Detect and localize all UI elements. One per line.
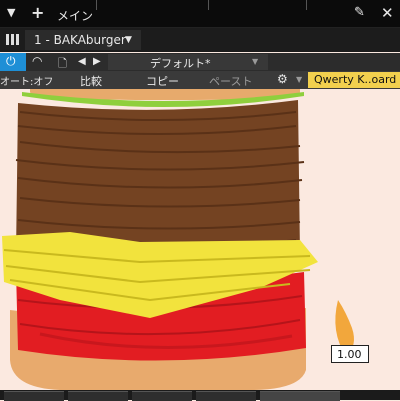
paste-button[interactable]: ペースト <box>209 73 252 89</box>
power-button[interactable]: ⏻ <box>0 53 26 71</box>
keyboard-label: Qwerty K..oard <box>314 73 397 86</box>
copy-button[interactable]: コピー <box>146 73 179 89</box>
preset-dropdown[interactable]: デフォルト* ▼ <box>108 54 268 70</box>
window-title: メイン <box>57 9 94 23</box>
preset-bar: ⏻ ◠ 🗋 ◀ ▶ デフォルト* ▼ <box>0 53 400 71</box>
read-automation-button[interactable]: ◠ <box>26 53 52 71</box>
power-icon: ⏻ <box>6 54 16 68</box>
track-dropdown[interactable]: 1 - BAKAburger ▼ <box>25 30 141 50</box>
previous-preset-icon[interactable]: ◀ <box>78 56 86 67</box>
value-text: 1.00 <box>337 348 362 361</box>
preset-name: デフォルト* <box>150 57 211 70</box>
keyboard-button[interactable]: Qwerty K..oard <box>308 72 400 88</box>
value-box[interactable]: 1.00 <box>331 345 369 363</box>
close-icon[interactable]: ✕ <box>381 4 394 22</box>
pin-icon[interactable]: ✎ <box>354 5 365 20</box>
chevron-down-icon: ▼ <box>125 35 132 45</box>
menu-chevron-down-icon[interactable]: ▼ <box>7 6 15 19</box>
track-name: 1 - BAKAburger <box>34 33 126 47</box>
gear-icon[interactable]: ⚙ <box>277 72 288 86</box>
compare-button[interactable]: 比較 <box>80 73 102 89</box>
add-plus-icon[interactable]: + <box>31 3 44 22</box>
divider <box>208 0 209 10</box>
divider <box>96 0 97 10</box>
compare-bar: オート:オフ 比較 コピー ペースト ⚙ ▼ Qwerty K..oard <box>0 71 400 89</box>
automation-mode[interactable]: オート:オフ <box>0 73 53 88</box>
divider <box>306 0 307 10</box>
arc-icon: ◠ <box>32 54 43 68</box>
window-title-bar: ▼ + メイン ✎ ✕ <box>0 0 400 28</box>
columns-icon[interactable] <box>6 34 20 45</box>
track-selector-bar: 1 - BAKAburger ▼ <box>0 28 400 52</box>
chevron-down-icon: ▼ <box>252 57 259 66</box>
chevron-down-icon[interactable]: ▼ <box>296 75 302 84</box>
next-preset-icon[interactable]: ▶ <box>93 56 101 67</box>
